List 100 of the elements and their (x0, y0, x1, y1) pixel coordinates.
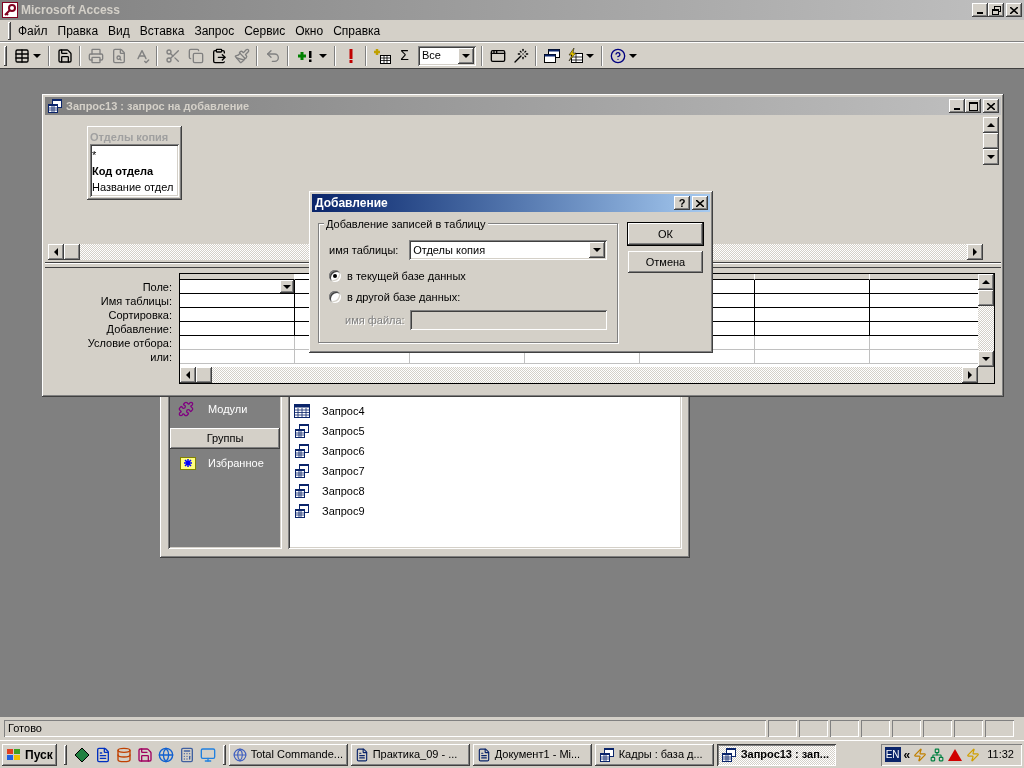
field-dropdown-button[interactable] (280, 280, 294, 293)
scroll-right-button[interactable] (962, 367, 978, 383)
copy-icon (187, 47, 204, 64)
scroll-left-button[interactable] (180, 367, 196, 383)
taskbar-button[interactable]: Кадры : база д... (594, 743, 714, 766)
query-list-item[interactable]: Запрос8 (294, 481, 682, 501)
minimize-button[interactable] (972, 3, 988, 17)
minimize-button[interactable] (949, 99, 965, 113)
append-query-icon (294, 443, 310, 459)
app-title: Microsoft Access (21, 2, 120, 19)
grid-cell[interactable] (180, 322, 295, 336)
alert-icon[interactable] (947, 747, 964, 762)
menu-item[interactable]: Сервис (239, 21, 291, 40)
query-name: Запрос9 (322, 503, 365, 519)
menu-item[interactable]: Вид (103, 21, 135, 40)
close-icon (987, 102, 995, 110)
start-button[interactable]: Пуск (2, 743, 57, 766)
close-icon (696, 199, 704, 207)
select-dropdown-button[interactable] (589, 242, 605, 258)
grid-cell[interactable] (755, 294, 870, 308)
grid-cell[interactable] (180, 280, 295, 294)
scroll-up-button[interactable] (983, 117, 999, 133)
dropdown-arrow-icon (586, 53, 594, 58)
taskbar-button[interactable]: Запрос13 : зап... (716, 743, 836, 766)
status-pane (985, 720, 1014, 737)
grid-cell[interactable] (755, 280, 870, 294)
totals-button[interactable]: Σ (393, 44, 416, 67)
right-arrow-icon (973, 248, 977, 256)
query-list-item[interactable]: Запрос5 (294, 421, 682, 441)
horizontal-scrollbar[interactable] (180, 367, 978, 383)
query-list-item[interactable]: Запрос9 (294, 501, 682, 521)
grid-row-label: Сортировка: (108, 308, 172, 322)
menu-item[interactable]: Файл (13, 21, 53, 40)
document-icon[interactable] (94, 746, 111, 763)
field-name[interactable]: Название отдел (92, 179, 177, 195)
records-combo[interactable]: Все (418, 45, 476, 66)
grid-row-label: Имя таблицы: (100, 294, 172, 308)
dialog-button[interactable]: ОК (628, 223, 703, 245)
query-list-item[interactable]: Запрос7 (294, 461, 682, 481)
grid-cell[interactable] (180, 294, 295, 308)
taskbar-button[interactable]: Практика_09 - ... (350, 743, 470, 766)
scroll-right-button[interactable] (967, 244, 983, 260)
status-pane (768, 720, 797, 737)
scroll-thumb[interactable] (64, 244, 80, 260)
combo-dropdown-button[interactable] (458, 47, 474, 64)
up-arrow-icon (982, 280, 990, 284)
close-button[interactable] (1006, 3, 1022, 17)
properties-icon (489, 47, 506, 64)
append-query-icon (294, 483, 310, 499)
database-radio[interactable]: в другой базе данных: (329, 290, 607, 304)
radio-button[interactable] (329, 291, 341, 303)
globe-icon[interactable] (157, 746, 174, 763)
database-icon[interactable] (115, 746, 132, 763)
close-button[interactable] (692, 196, 708, 210)
field-name[interactable]: Код отдела (92, 163, 177, 179)
grid-cell[interactable] (180, 308, 295, 322)
close-button[interactable] (983, 99, 999, 113)
scroll-thumb[interactable] (196, 367, 212, 383)
scroll-left-button[interactable] (48, 244, 64, 260)
diamond-icon[interactable] (73, 746, 90, 763)
help-button[interactable]: ? (674, 196, 690, 210)
menu-item[interactable]: Окно (290, 21, 329, 40)
network-icon[interactable] (930, 747, 945, 762)
field-name[interactable]: * (92, 147, 177, 163)
query-list-item[interactable]: Запрос6 (294, 441, 682, 461)
taskbar-button[interactable]: Total Commande... (228, 743, 348, 766)
group-item[interactable]: Избранное (168, 452, 282, 474)
column-selector[interactable] (870, 274, 978, 280)
database-radio[interactable]: в текущей базе данных (329, 269, 607, 283)
scroll-up-button[interactable] (978, 274, 994, 290)
restore-button[interactable] (988, 3, 1004, 17)
calculator-icon[interactable] (178, 746, 195, 763)
language-indicator[interactable]: EN (884, 747, 901, 762)
objects-bar-item[interactable]: Модули (168, 398, 282, 420)
table-name-select[interactable]: Отделы копия (409, 240, 607, 260)
maximize-button[interactable] (965, 99, 981, 113)
menu-item[interactable]: Запрос (189, 21, 240, 40)
vertical-scrollbar[interactable] (978, 274, 994, 367)
scissors-icon (164, 47, 181, 64)
monitor-icon[interactable] (199, 746, 216, 763)
menu-item[interactable]: Вставка (134, 21, 190, 40)
scroll-down-button[interactable] (983, 149, 999, 165)
radio-button[interactable] (329, 270, 341, 282)
scroll-thumb[interactable] (978, 290, 994, 306)
vertical-scrollbar[interactable] (983, 117, 999, 165)
grid-cell[interactable] (755, 322, 870, 336)
dialog-button[interactable]: Отмена (628, 251, 703, 273)
help-icon (610, 47, 626, 64)
document-icon (476, 747, 491, 762)
menu-item[interactable]: Правка (52, 21, 104, 40)
scroll-thumb[interactable] (983, 133, 999, 149)
globe-icon (232, 747, 247, 762)
menu-item[interactable]: Справка (328, 21, 386, 40)
lightning-table-icon (567, 47, 583, 64)
query-list-item[interactable]: Запрос4 (294, 401, 682, 421)
expand-tray-button[interactable]: « (903, 745, 911, 764)
taskbar-button[interactable]: Документ1 - Mi... (472, 743, 592, 766)
grid-cell[interactable] (755, 308, 870, 322)
groups-button[interactable]: Группы (170, 428, 280, 449)
scroll-down-button[interactable] (978, 351, 994, 367)
